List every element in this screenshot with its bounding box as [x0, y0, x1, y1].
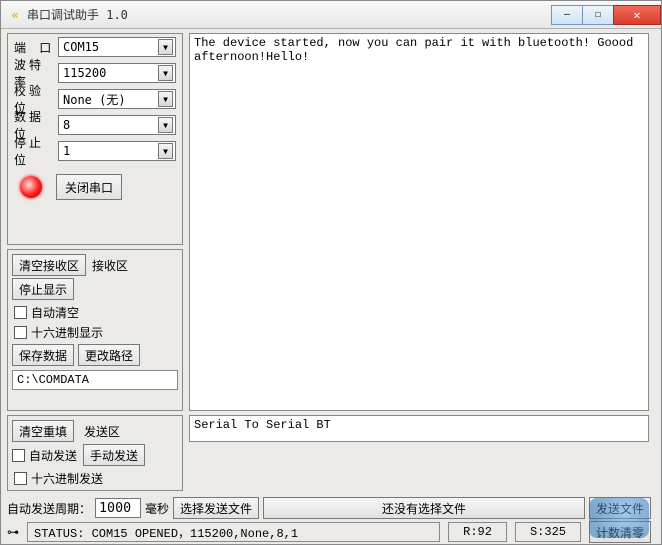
checkbox-icon [14, 306, 27, 319]
databits-select[interactable]: 8 ▼ [58, 115, 176, 135]
stopbits-field: 停止位 1 ▼ [8, 138, 182, 164]
clear-send-button[interactable]: 清空重填 [12, 420, 74, 442]
parity-value: None (无) [63, 91, 126, 108]
port-select[interactable]: COM15 ▼ [58, 37, 176, 57]
stopbits-value: 1 [63, 144, 70, 158]
auto-clear-label: 自动清空 [31, 304, 79, 321]
select-file-button[interactable]: 选择发送文件 [173, 497, 259, 519]
close-port-button[interactable]: 关闭串口 [56, 174, 122, 200]
auto-period-unit: 毫秒 [145, 500, 169, 517]
window-buttons: — ☐ ✕ [552, 5, 661, 25]
send-area-label: 发送区 [84, 423, 120, 440]
receive-textarea[interactable]: The device started, now you can pair it … [189, 33, 649, 411]
auto-period-input[interactable] [95, 498, 141, 518]
connection-group: 端 口 COM15 ▼ 波特率 115200 ▼ 校验位 None (无) ▼ … [7, 33, 183, 245]
auto-send-checkbox[interactable]: 自动发送 [12, 445, 77, 465]
port-value: COM15 [63, 40, 99, 54]
save-data-button[interactable]: 保存数据 [12, 344, 74, 366]
baud-select[interactable]: 115200 ▼ [58, 63, 176, 83]
app-icon: « [7, 7, 23, 23]
hex-display-label: 十六进制显示 [31, 324, 103, 341]
chevron-down-icon: ▼ [158, 91, 173, 107]
status-text: STATUS: COM15 OPENED，115200,None,8,1 [27, 522, 440, 542]
stopbits-label: 停止位 [14, 134, 58, 168]
checkbox-icon [12, 449, 25, 462]
port-status-led-icon [20, 176, 42, 198]
auto-send-label: 自动发送 [29, 447, 77, 464]
clear-receive-button[interactable]: 清空接收区 [12, 254, 86, 276]
tx-counter: S:325 [515, 522, 581, 542]
chevron-down-icon: ▼ [158, 65, 173, 81]
chevron-down-icon: ▼ [158, 39, 173, 55]
databits-value: 8 [63, 118, 70, 132]
selected-file-display: 还没有选择文件 [263, 497, 585, 519]
checkbox-icon [14, 472, 27, 485]
hex-send-checkbox[interactable]: 十六进制发送 [8, 468, 182, 488]
maximize-button[interactable]: ☐ [582, 5, 614, 25]
counter-reset-button[interactable]: 计数清零 [589, 521, 651, 543]
stopbits-select[interactable]: 1 ▼ [58, 141, 176, 161]
receive-group: 清空接收区 接收区 停止显示 自动清空 十六进制显示 保存数据 更改路径 C:\… [7, 249, 183, 411]
parity-select[interactable]: None (无) ▼ [58, 89, 176, 109]
rx-counter: R:92 [448, 522, 507, 542]
stop-display-button[interactable]: 停止显示 [12, 278, 74, 300]
send-file-button[interactable]: 发送文件 [589, 497, 651, 519]
title-bar: « 串口调试助手 1.0 — ☐ ✕ [1, 1, 661, 29]
port-label: 端 口 [14, 39, 58, 56]
chevron-down-icon: ▼ [158, 117, 173, 133]
change-path-button[interactable]: 更改路径 [78, 344, 140, 366]
connector-icon: ⊶ [7, 525, 19, 539]
minimize-button[interactable]: — [551, 5, 583, 25]
client-area: 端 口 COM15 ▼ 波特率 115200 ▼ 校验位 None (无) ▼ … [1, 29, 661, 544]
baud-value: 115200 [63, 66, 106, 80]
hex-send-label: 十六进制发送 [31, 470, 103, 487]
send-group: 清空重填 发送区 自动发送 手动发送 十六进制发送 [7, 415, 183, 491]
auto-period-label: 自动发送周期： [7, 500, 91, 517]
save-path-display: C:\COMDATA [12, 370, 178, 390]
auto-clear-checkbox[interactable]: 自动清空 [8, 302, 182, 322]
receive-area-label: 接收区 [92, 257, 128, 274]
checkbox-icon [14, 326, 27, 339]
chevron-down-icon: ▼ [158, 143, 173, 159]
status-bar: ⊶ STATUS: COM15 OPENED，115200,None,8,1 R… [7, 521, 651, 543]
send-input[interactable]: Serial To Serial BT [189, 415, 649, 442]
manual-send-button[interactable]: 手动发送 [83, 444, 145, 466]
window-title: 串口调试助手 1.0 [27, 6, 128, 23]
hex-display-checkbox[interactable]: 十六进制显示 [8, 322, 182, 342]
close-button[interactable]: ✕ [613, 5, 661, 25]
auto-send-row: 自动发送周期： 毫秒 选择发送文件 还没有选择文件 发送文件 [7, 497, 651, 519]
